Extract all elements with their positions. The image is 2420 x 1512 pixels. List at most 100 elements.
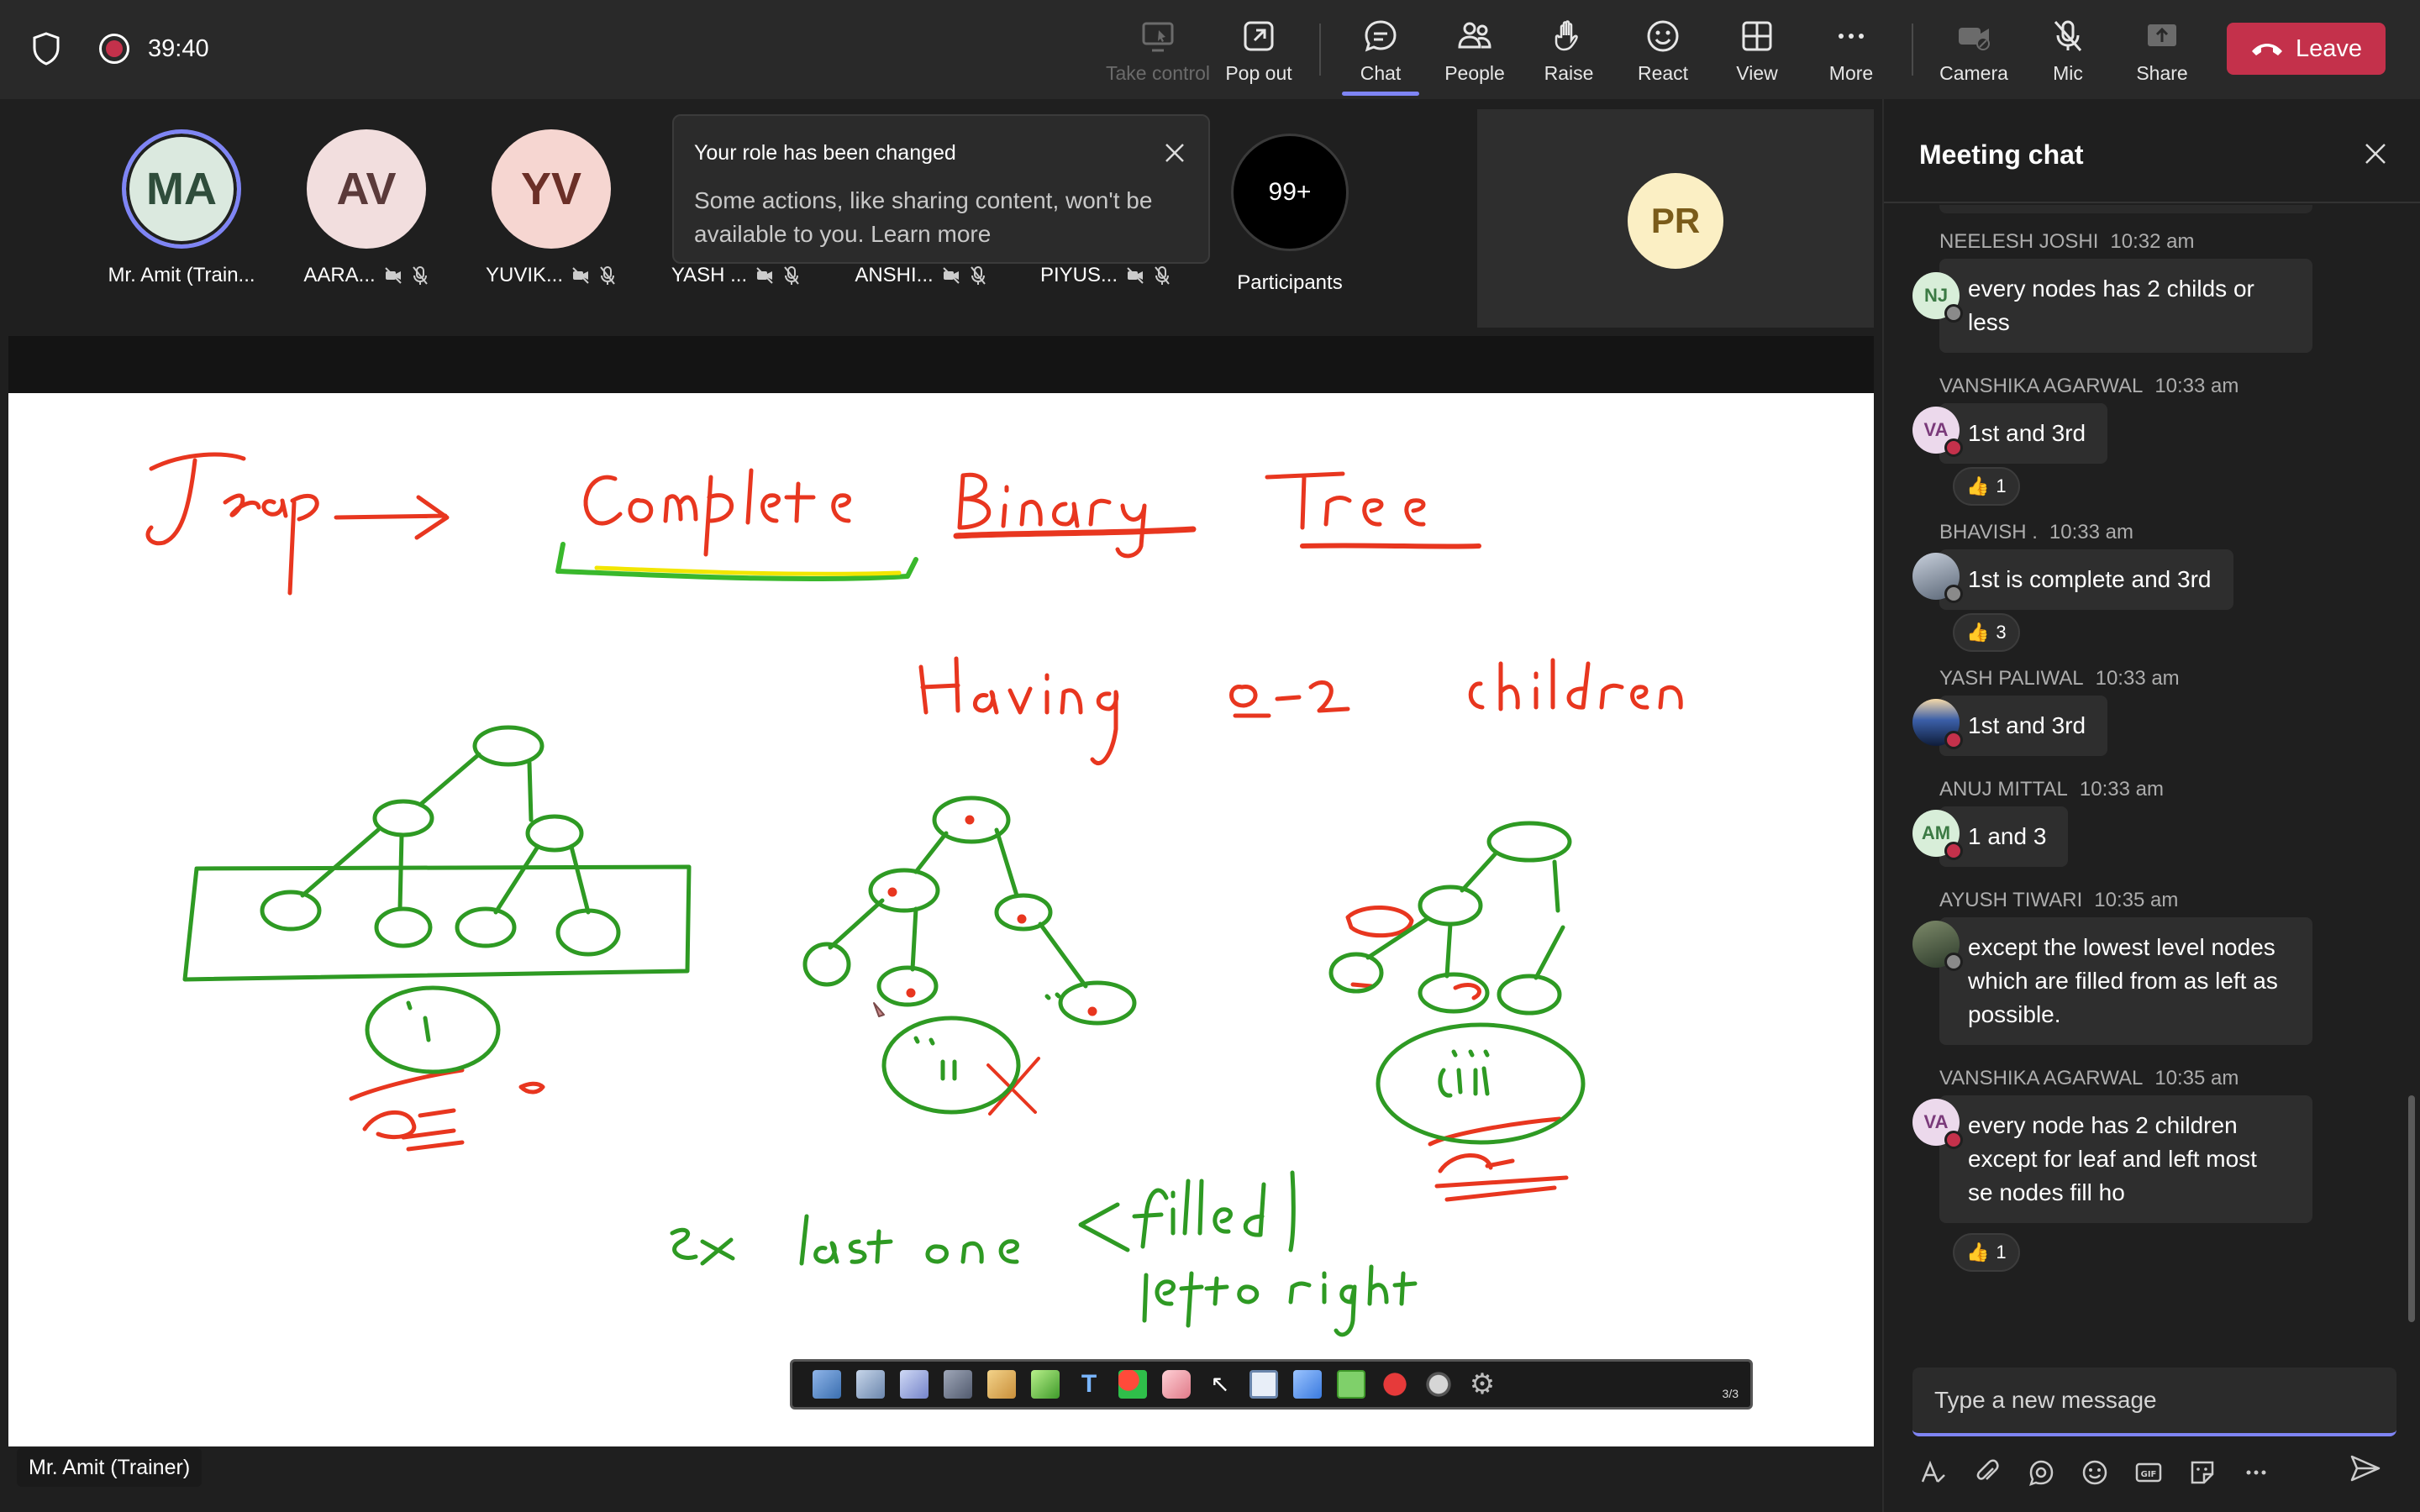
rectangle-tool-icon[interactable] <box>1337 1370 1365 1399</box>
chat-message-list[interactable]: NEELESH JOSHI 10:32 am every nodes has 2 … <box>1884 205 2420 1364</box>
shield-icon[interactable] <box>32 32 60 66</box>
share-label: Share <box>2136 62 2188 84</box>
people-button[interactable]: People <box>1424 17 1525 91</box>
camera-off-icon <box>384 267 402 284</box>
mic-off-icon <box>784 266 799 285</box>
avatar[interactable]: VA <box>1912 407 1963 457</box>
pen-tool-icon[interactable] <box>987 1370 1016 1399</box>
avatar[interactable]: VA <box>1912 1099 1963 1149</box>
notification-body[interactable]: Some actions, like sharing content, won'… <box>694 184 1188 251</box>
reaction-badge[interactable]: 👍 1 <box>1953 1233 2020 1272</box>
mic-button[interactable]: Mic <box>2018 17 2118 91</box>
marker-tool-icon[interactable] <box>813 1370 841 1399</box>
hammer-tool-icon[interactable] <box>1293 1370 1322 1399</box>
sticker-icon[interactable] <box>2188 1458 2217 1487</box>
react-button[interactable]: React <box>1612 17 1713 91</box>
page-tool-icon[interactable] <box>900 1370 929 1399</box>
ellipsis-icon[interactable] <box>2242 1458 2270 1487</box>
message-bubble[interactable]: 1st and 3rd <box>1939 696 2108 756</box>
view-button[interactable]: View <box>1707 17 1807 91</box>
reaction-badge[interactable]: 👍 3 <box>1953 613 2020 652</box>
message-line: except for leaf and left most <box>1968 1146 2257 1172</box>
message-bubble[interactable]: 1st and 3rd <box>1939 403 2108 464</box>
shape-tool-icon[interactable] <box>1118 1370 1147 1399</box>
hang-up-icon <box>2251 44 2282 55</box>
avatar[interactable]: NJ <box>1912 272 1963 323</box>
share-button[interactable]: Share <box>2112 17 2212 91</box>
avatar: AV <box>307 129 426 249</box>
share-screen-icon <box>2148 24 2176 46</box>
participant-tile[interactable]: YV YUVIK... <box>459 129 644 287</box>
message-meta: YASH PALIWAL 10:33 am <box>1939 667 2180 690</box>
loop-icon[interactable] <box>2027 1458 2055 1487</box>
close-icon[interactable] <box>1163 141 1186 165</box>
avatar-initials: MA <box>146 164 217 214</box>
text-tool-icon[interactable]: T <box>1075 1370 1103 1399</box>
screen-tool-icon[interactable] <box>1249 1370 1278 1399</box>
highlighter-tool-icon[interactable] <box>1031 1370 1060 1399</box>
message-meta: AYUSH TIWARI 10:35 am <box>1939 889 2178 912</box>
svg-text:GIF: GIF <box>2141 1470 2157 1479</box>
avatar[interactable] <box>1912 921 1963 971</box>
participant-name: YUVIK... <box>485 264 564 286</box>
message-bubble[interactable]: 1st is complete and 3rd <box>1939 549 2233 610</box>
avatar[interactable]: AM <box>1912 810 1963 860</box>
composer-toolbar: GIF <box>1919 1452 2390 1494</box>
message-bubble[interactable]: every node has 2 children except for leaf… <box>1939 1095 2312 1223</box>
webcam-tool-icon[interactable] <box>1424 1370 1453 1399</box>
take-control-label: Take control <box>1106 62 1211 84</box>
eraser-tool-icon[interactable] <box>1162 1370 1191 1399</box>
shared-whiteboard: T ↖ ⚙ 3/3 <box>8 393 1874 1446</box>
reaction-badge[interactable]: 👍 1 <box>1953 467 2020 506</box>
page-indicator: 3/3 <box>1722 1387 1739 1400</box>
gif-icon[interactable]: GIF <box>2134 1458 2163 1487</box>
participant-name: YASH ... <box>671 264 748 286</box>
close-icon[interactable] <box>2363 141 2388 166</box>
record-tool-icon[interactable] <box>1381 1370 1409 1399</box>
message-line: every nodes has 2 childs or <box>1968 276 2254 302</box>
participant-tile[interactable]: AV AARA... <box>274 129 459 287</box>
camera-off-icon <box>1127 267 1144 284</box>
settings-gear-icon[interactable]: ⚙ <box>1468 1370 1497 1399</box>
attach-icon[interactable] <box>1973 1458 2002 1487</box>
status-badge <box>1944 438 1963 457</box>
message-bubble[interactable]: every nodes has 2 childs or less <box>1939 259 2312 353</box>
format-icon[interactable] <box>1919 1458 1948 1487</box>
participant-count-button[interactable]: 99+ <box>1231 134 1349 251</box>
message-input[interactable] <box>1912 1368 2396 1433</box>
grid-view-icon <box>1742 21 1772 51</box>
save-tool-icon[interactable] <box>856 1370 885 1399</box>
raise-hand-button[interactable]: Raise <box>1518 17 1619 91</box>
annotation-toolbar: T ↖ ⚙ 3/3 <box>790 1359 1753 1410</box>
raise-hand-label: Raise <box>1544 62 1594 84</box>
eraser-page-icon[interactable] <box>944 1370 972 1399</box>
leave-button[interactable]: Leave <box>2227 23 2386 75</box>
people-icon <box>1458 22 1491 49</box>
avatar[interactable] <box>1912 553 1963 603</box>
message-composer[interactable] <box>1912 1368 2396 1436</box>
avatar[interactable] <box>1912 699 1963 749</box>
emoji-icon[interactable] <box>2081 1458 2109 1487</box>
message-time: 10:33 am <box>2154 375 2239 397</box>
chat-scrollbar[interactable] <box>2408 1095 2415 1322</box>
teams-meeting-window: { "topbar": { "timer": "39:40", "buttons… <box>0 0 2420 1512</box>
pop-out-button[interactable]: Pop out <box>1208 17 1309 91</box>
meeting-toolbar: 39:40 Take control Pop out Chat People R… <box>0 0 2420 99</box>
select-pointer-icon[interactable]: ↖ <box>1206 1370 1234 1399</box>
avatar-initials: YV <box>520 164 582 214</box>
participant-tile[interactable]: MA Mr. Amit (Train... <box>89 129 274 287</box>
more-button[interactable]: More <box>1801 17 1902 91</box>
message-bubble[interactable]: except the lowest level nodes which are f… <box>1939 917 2312 1045</box>
chat-header: Meeting chat <box>1884 99 2420 203</box>
pointer-cursor <box>873 1002 885 1017</box>
camera-button[interactable]: Camera <box>1923 17 2024 91</box>
take-control-button[interactable]: Take control <box>1106 17 1211 91</box>
send-icon[interactable] <box>2349 1452 2382 1485</box>
camera-label: Camera <box>1939 62 2008 84</box>
handwritten-drawing <box>145 452 1683 1337</box>
status-badge <box>1944 1131 1963 1149</box>
chat-button[interactable]: Chat <box>1330 17 1431 96</box>
chat-title: Meeting chat <box>1919 139 2084 170</box>
chat-icon <box>1365 20 1397 52</box>
avatar: YV <box>492 129 611 249</box>
